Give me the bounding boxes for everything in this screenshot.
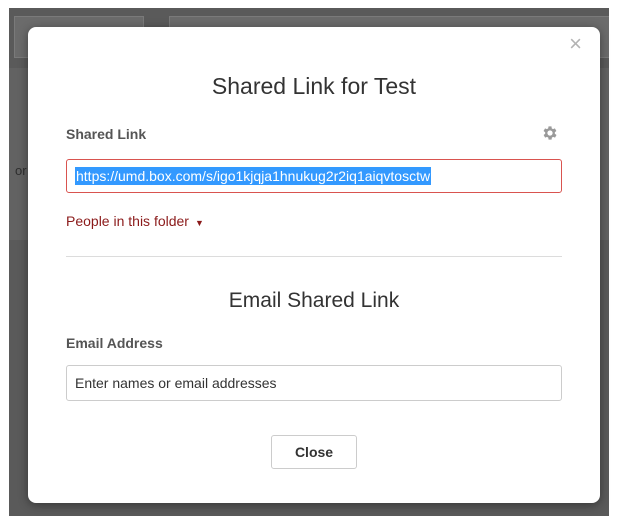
email-field[interactable] bbox=[66, 365, 562, 401]
shared-link-url[interactable]: https://umd.box.com/s/igo1kjqja1hnukug2r… bbox=[75, 167, 432, 185]
dialog-title: Shared Link for Test bbox=[211, 73, 417, 99]
close-button[interactable]: Close bbox=[271, 435, 357, 469]
shared-link-field[interactable]: https://umd.box.com/s/igo1kjqja1hnukug2r… bbox=[66, 159, 562, 193]
email-section-title: Email Shared Link bbox=[228, 289, 400, 312]
access-level-dropdown[interactable]: People in this folder ▼ bbox=[66, 213, 204, 229]
section-divider bbox=[66, 256, 562, 257]
chevron-down-icon: ▼ bbox=[194, 218, 204, 228]
email-address-label: Email Address bbox=[66, 335, 163, 351]
shared-link-label: Shared Link bbox=[66, 126, 147, 142]
close-icon[interactable]: × bbox=[569, 33, 582, 55]
access-level-label: People in this folder bbox=[66, 213, 189, 229]
gear-icon[interactable] bbox=[541, 124, 559, 142]
shared-link-dialog: × Shared Link for Test Shared Link https… bbox=[28, 27, 600, 503]
background-text: or bbox=[15, 163, 27, 178]
